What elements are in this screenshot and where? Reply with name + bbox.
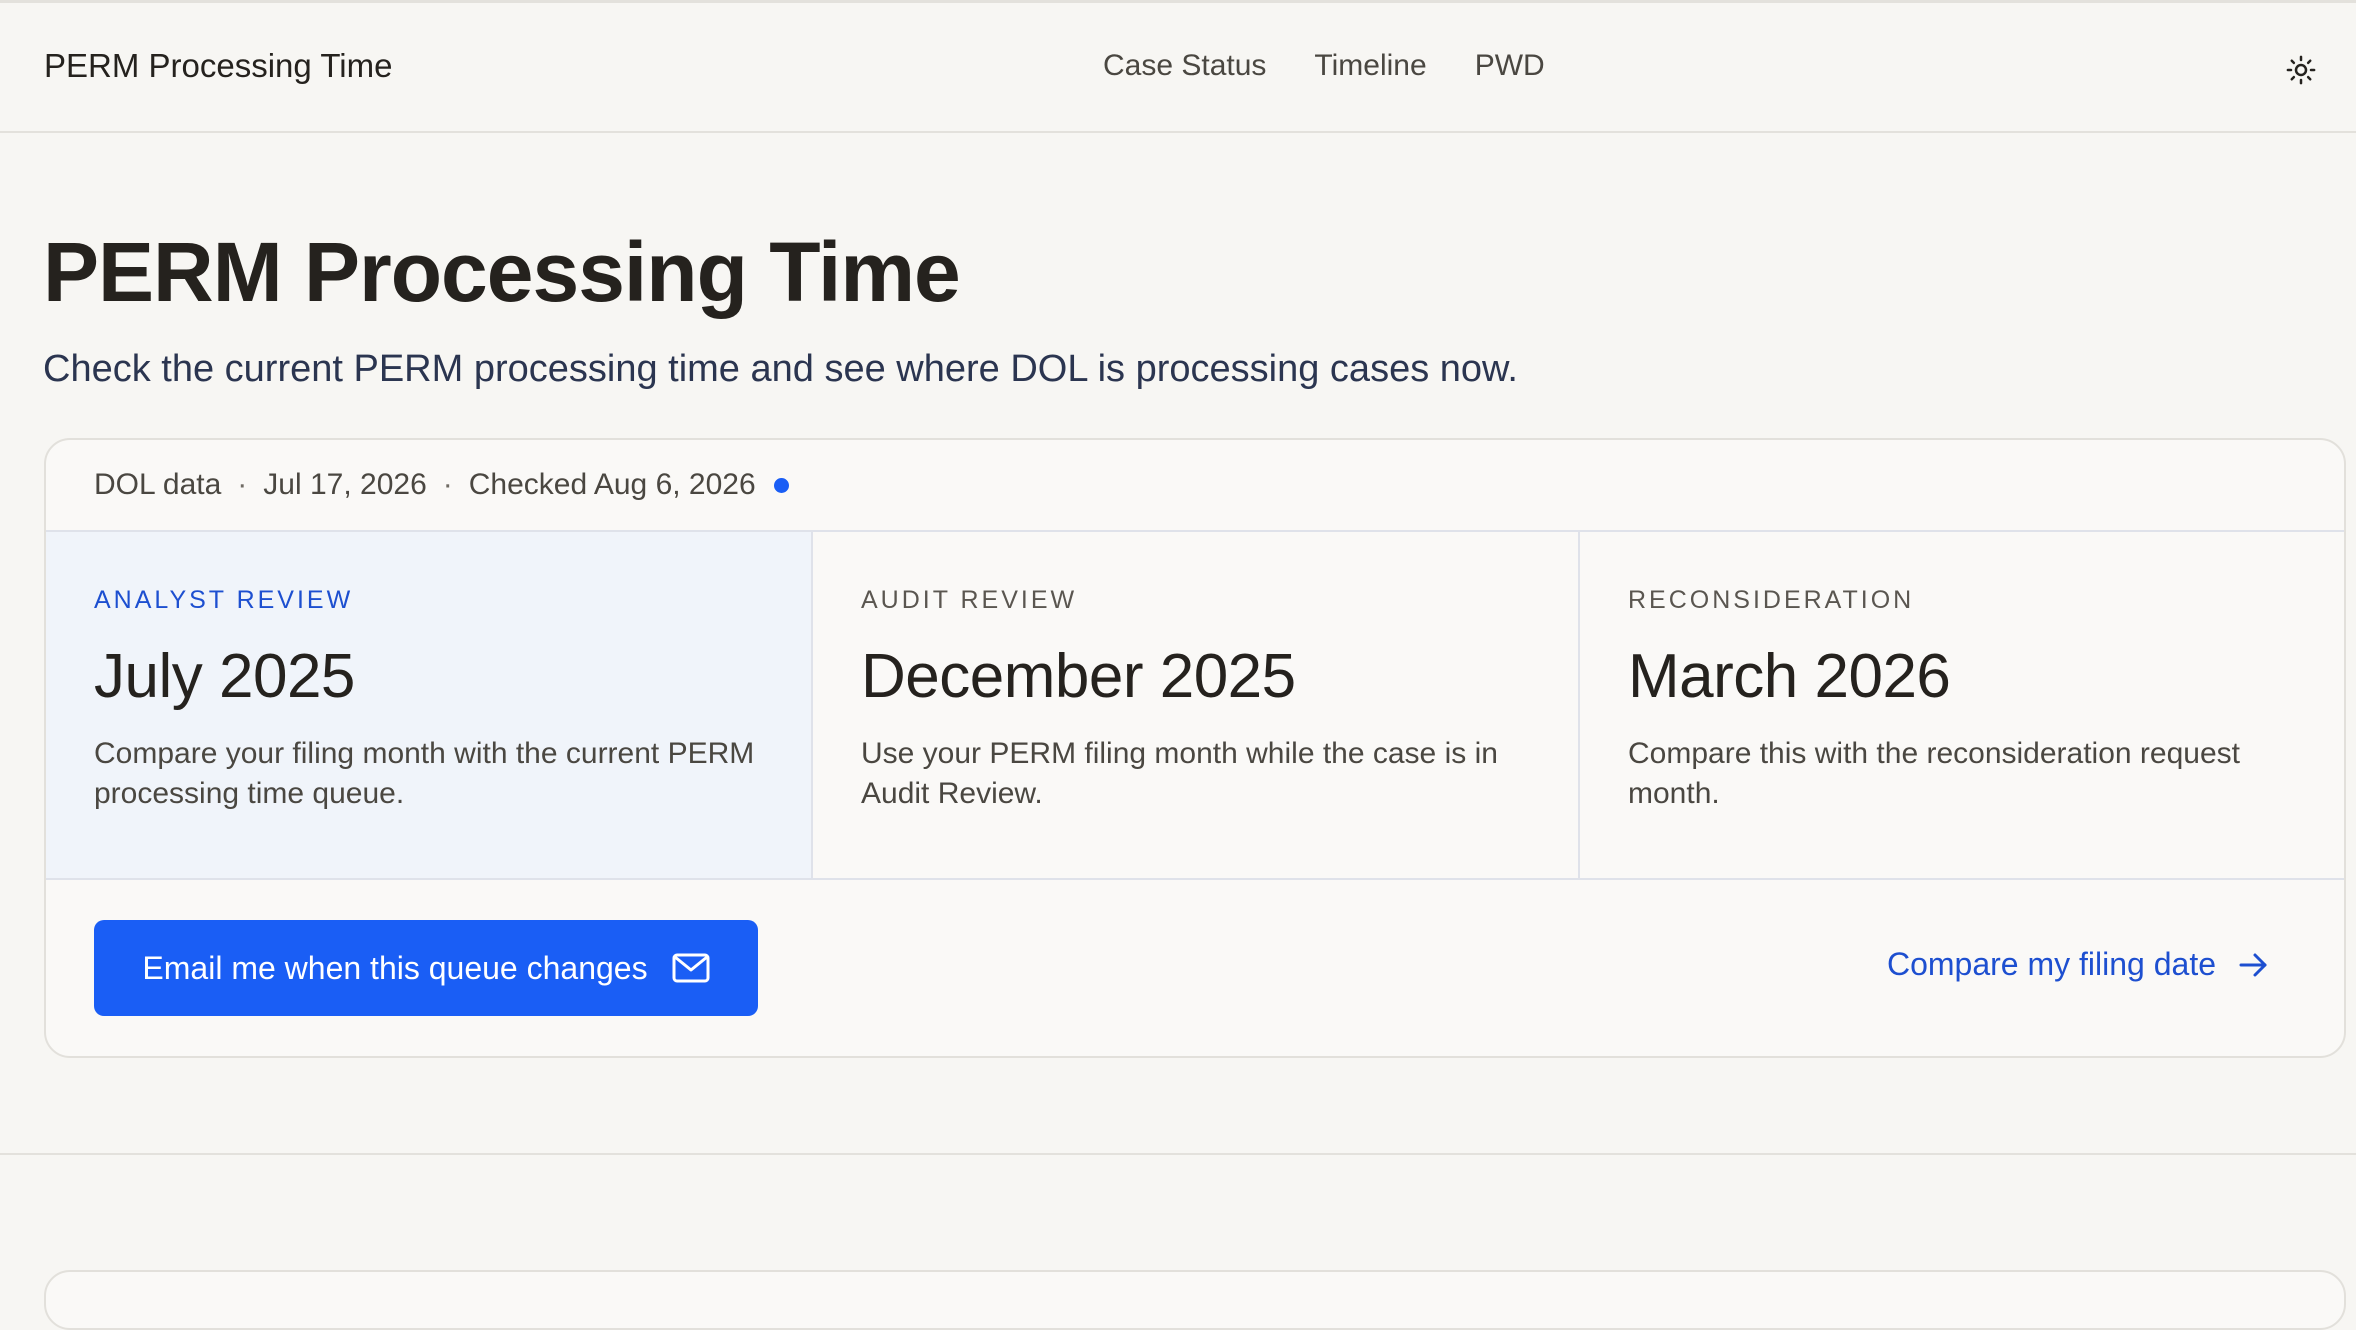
nav-pwd[interactable]: PWD	[1475, 49, 1545, 83]
mail-icon	[672, 953, 710, 983]
meta-separator: ·	[237, 468, 248, 501]
queue-audit-review[interactable]: AUDIT REVIEW December 2025 Use your PERM…	[813, 532, 1580, 878]
compare-filing-date-link[interactable]: Compare my filing date	[1887, 946, 2270, 983]
page-title: PERM Processing Time	[43, 225, 961, 319]
queue-value: December 2025	[861, 642, 1296, 711]
arrow-right-icon	[2239, 953, 2267, 976]
main-nav: Case Status Timeline PWD	[1103, 49, 1545, 83]
nav-timeline[interactable]: Timeline	[1314, 49, 1426, 83]
section-divider	[0, 1153, 2356, 1155]
queue-label: AUDIT REVIEW	[861, 586, 1078, 614]
data-meta-row: DOL data · Jul 17, 2026 · Checked Aug 6,…	[94, 468, 789, 502]
checked-date: Checked Aug 6, 2026	[468, 468, 756, 501]
data-date: Jul 17, 2026	[263, 468, 427, 501]
queue-analyst-review[interactable]: ANALYST REVIEW July 2025 Compare your fi…	[46, 532, 813, 878]
top-navbar: PERM Processing Time Case Status Timelin…	[0, 3, 2356, 133]
queue-panels: ANALYST REVIEW July 2025 Compare your fi…	[46, 530, 2344, 880]
live-status-dot	[773, 477, 789, 493]
page-subtitle: Check the current PERM processing time a…	[43, 348, 1518, 390]
queue-label: RECONSIDERATION	[1628, 586, 1915, 614]
brand-link[interactable]: PERM Processing Time	[44, 47, 392, 85]
email-alert-label: Email me when this queue changes	[142, 949, 648, 986]
next-section-card	[44, 1270, 2346, 1330]
queue-label: ANALYST REVIEW	[94, 586, 354, 614]
theme-toggle-button[interactable]	[2284, 53, 2318, 87]
meta-separator: ·	[442, 468, 453, 501]
nav-case-status[interactable]: Case Status	[1103, 49, 1266, 83]
compare-link-label: Compare my filing date	[1886, 946, 2216, 982]
queue-value: July 2025	[94, 642, 355, 711]
processing-time-card: DOL data · Jul 17, 2026 · Checked Aug 6,…	[44, 438, 2346, 1058]
queue-value: March 2026	[1628, 642, 1951, 711]
queue-reconsideration[interactable]: RECONSIDERATION March 2026 Compare this …	[1580, 532, 2344, 878]
queue-description: Compare this with the reconsideration re…	[1628, 737, 2240, 810]
data-source: DOL data	[94, 468, 222, 501]
queue-description: Compare your filing month with the curre…	[94, 737, 755, 810]
sun-icon	[2286, 55, 2316, 85]
email-alert-button[interactable]: Email me when this queue changes	[94, 920, 758, 1016]
queue-description: Use your PERM filing month while the cas…	[861, 737, 1498, 810]
